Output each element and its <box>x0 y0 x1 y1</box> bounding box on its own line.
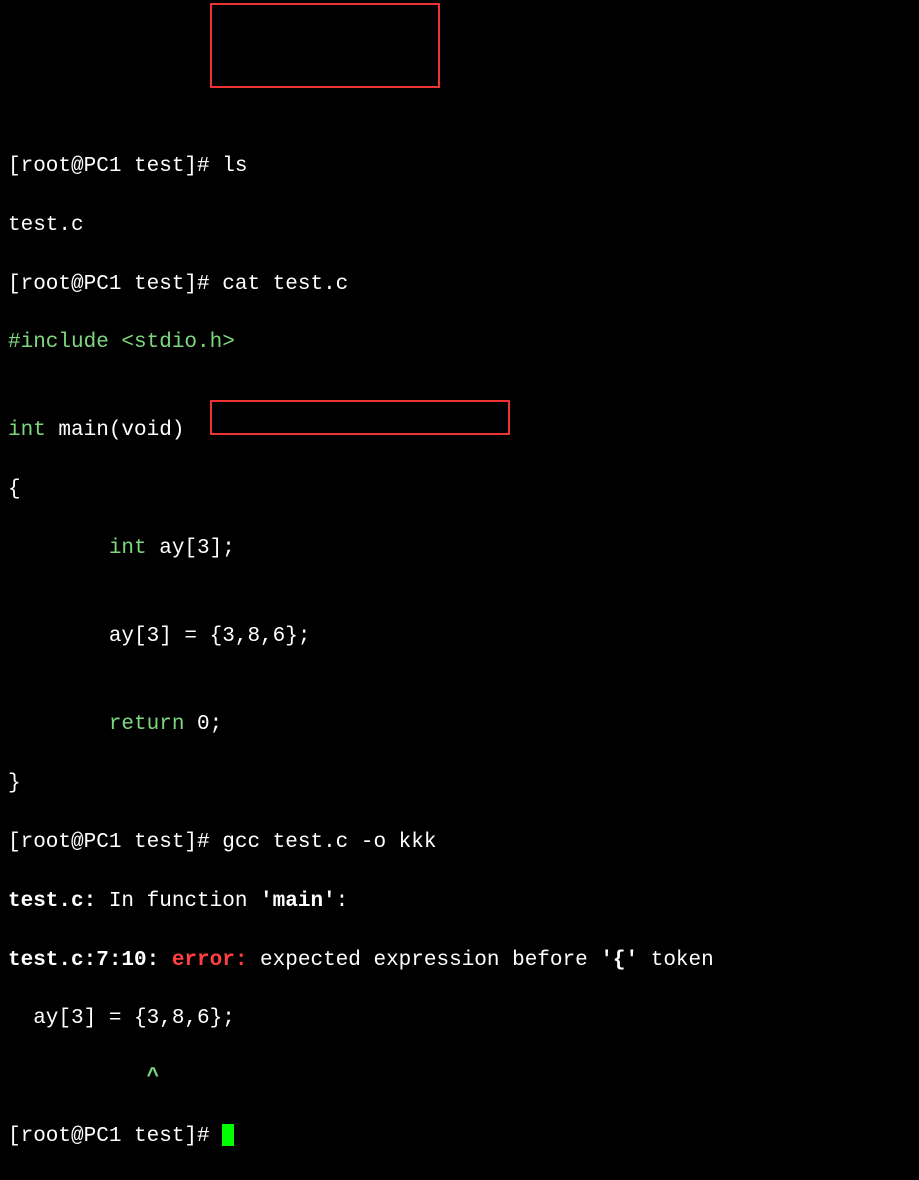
c-keyword-int: int <box>8 419 46 442</box>
c-brace-close: } <box>8 772 21 795</box>
c-return-value: 0; <box>184 713 222 736</box>
cursor-icon <box>222 1124 234 1146</box>
c-array-decl: ay[3]; <box>147 537 235 560</box>
err-function-name: 'main' <box>260 890 336 913</box>
c-main-decl: main(void) <box>46 419 185 442</box>
err-context: In function <box>96 890 260 913</box>
c-header: <stdio.h> <box>121 331 234 354</box>
c-include: #include <box>8 331 121 354</box>
c-keyword-return: return <box>8 713 184 736</box>
shell-prompt: [root@PC1 test]# <box>8 1125 222 1148</box>
err-message: expected expression before <box>247 949 600 972</box>
err-location: test.c:7:10: <box>8 949 172 972</box>
err-message-tail: token <box>638 949 714 972</box>
shell-prompt: [root@PC1 test]# <box>8 155 222 178</box>
shell-prompt: [root@PC1 test]# <box>8 831 222 854</box>
err-colon: : <box>336 890 349 913</box>
error-label: error: <box>172 949 248 972</box>
err-file: test.c: <box>8 890 96 913</box>
ls-output: test.c <box>8 214 84 237</box>
c-assignment: ay[3] = {3,8,6}; <box>8 625 310 648</box>
err-token: '{' <box>600 949 638 972</box>
shell-prompt: [root@PC1 test]# <box>8 273 222 296</box>
err-caret: ^ <box>8 1066 159 1089</box>
highlight-box-1 <box>210 3 440 88</box>
c-keyword-int: int <box>8 537 147 560</box>
command-gcc: gcc test.c -o kkk <box>222 831 436 854</box>
c-brace-open: { <box>8 478 21 501</box>
err-source-line: ay[3] = {3,8,6}; <box>8 1007 235 1030</box>
command-cat: cat test.c <box>222 273 348 296</box>
terminal-output[interactable]: [root@PC1 test]# ls test.c [root@PC1 tes… <box>8 123 911 1180</box>
command-ls: ls <box>222 155 247 178</box>
